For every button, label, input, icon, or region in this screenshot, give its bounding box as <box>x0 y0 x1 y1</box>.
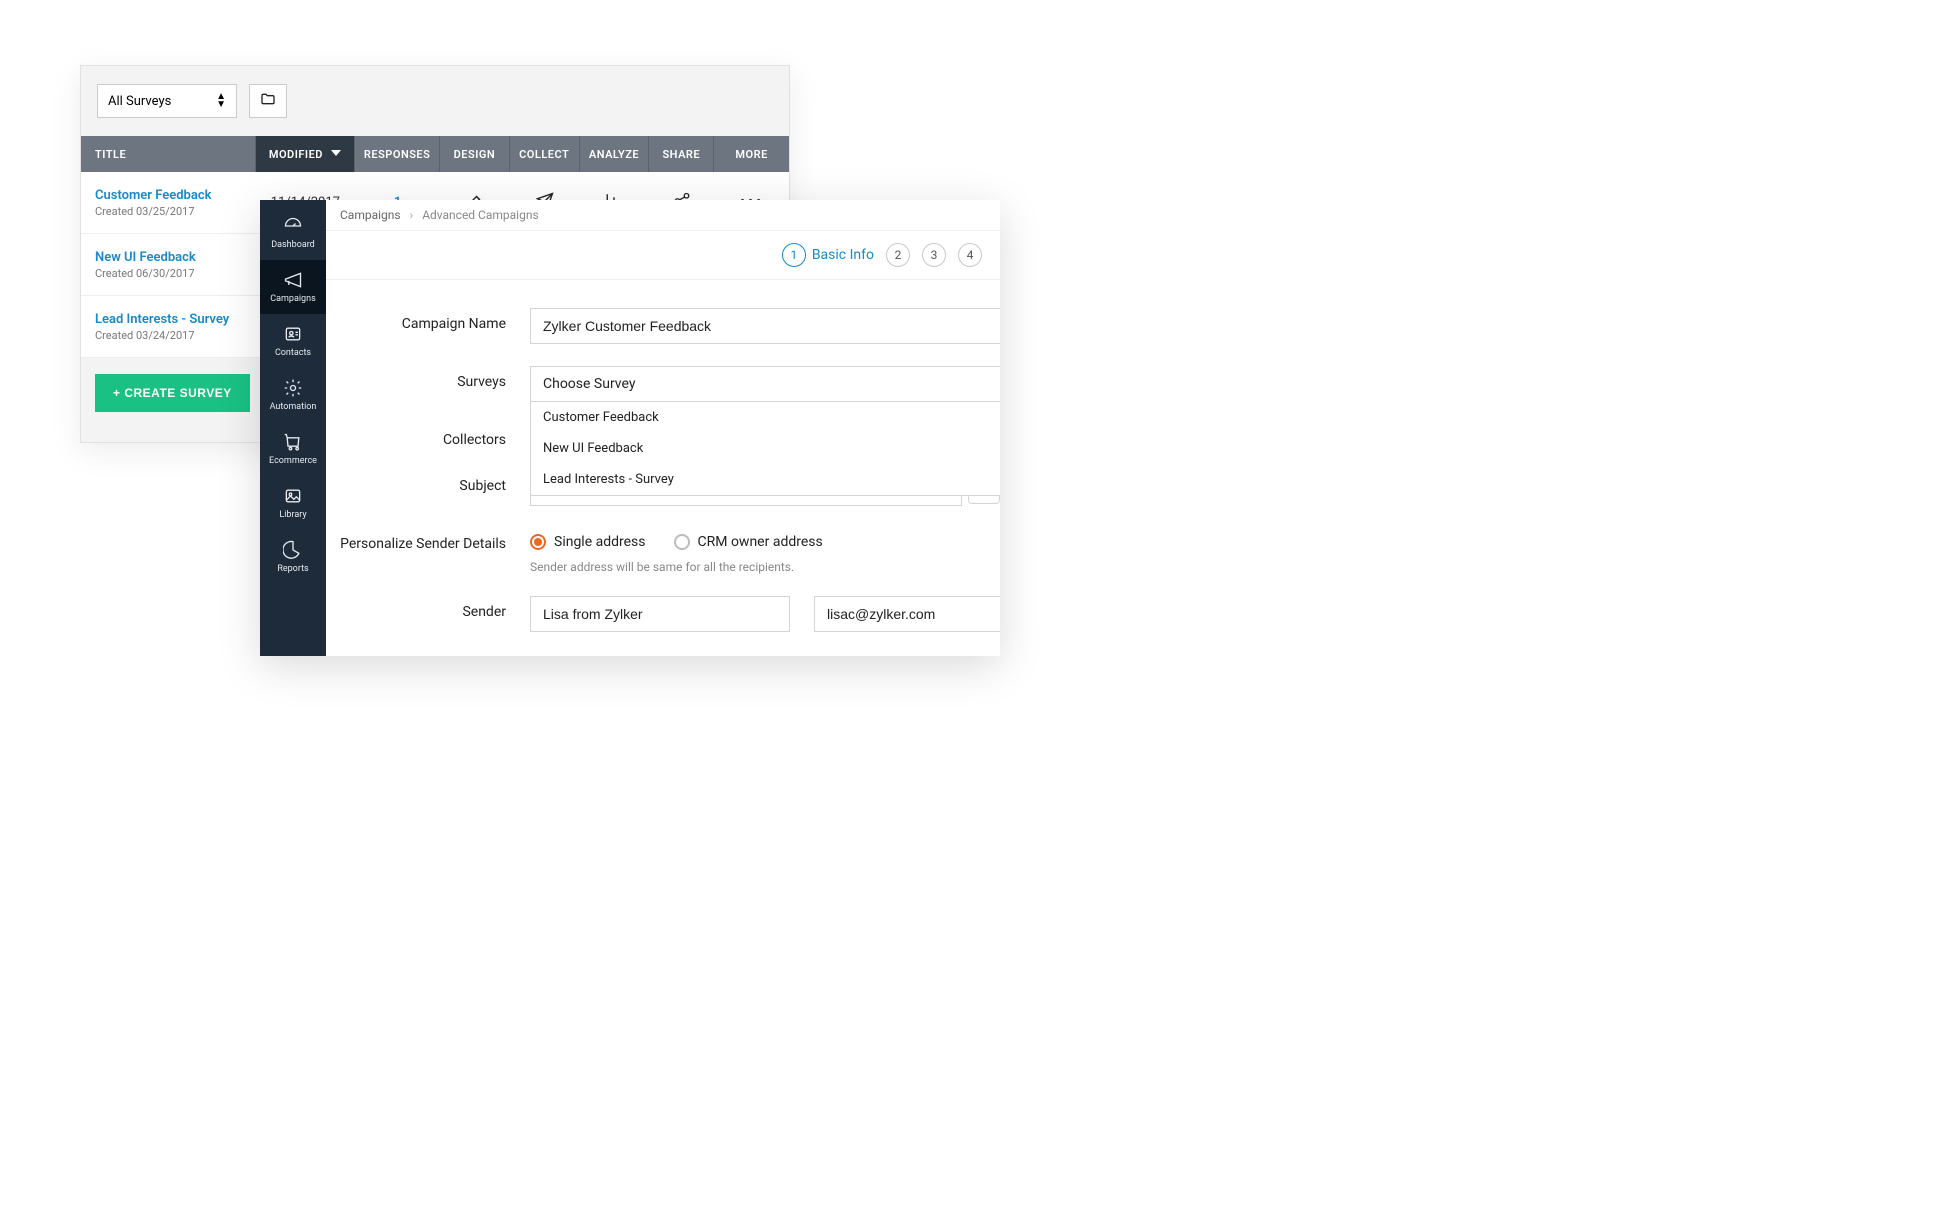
sidebar-label: Reports <box>277 564 308 574</box>
campaign-name-label: Campaign Name <box>326 308 506 332</box>
step-label: Basic Info <box>812 247 874 263</box>
personalize-label: Personalize Sender Details <box>326 528 506 552</box>
sender-email-input[interactable] <box>814 596 1000 632</box>
sidebar-label: Campaigns <box>270 294 315 304</box>
survey-created-text: Created 03/25/2017 <box>95 205 195 218</box>
sidebar-label: Contacts <box>275 348 311 358</box>
survey-filter-dropdown[interactable]: All Surveys ▲▼ <box>97 84 237 118</box>
header-share[interactable]: SHARE <box>649 136 714 172</box>
surveys-option[interactable]: New UI Feedback <box>531 433 1000 464</box>
survey-created-text: Created 06/30/2017 <box>95 267 195 280</box>
sidebar-label: Dashboard <box>271 240 315 250</box>
sidebar-label: Ecommerce <box>269 456 317 466</box>
folder-icon <box>260 91 276 111</box>
header-design[interactable]: DESIGN <box>440 136 510 172</box>
step-3[interactable]: 3 <box>922 243 946 267</box>
campaign-main: Campaigns › Advanced Campaigns 1 Basic I… <box>326 200 1000 656</box>
header-collect[interactable]: COLLECT <box>510 136 580 172</box>
step-2[interactable]: 2 <box>886 243 910 267</box>
campaign-form: Campaign Name Surveys Choose Survey Cust… <box>326 280 1000 656</box>
survey-name-link[interactable]: Lead Interests - Survey <box>95 312 229 327</box>
sidebar-item-contacts[interactable]: Contacts <box>260 314 326 368</box>
campaign-name-input[interactable] <box>530 308 1000 344</box>
surveys-option[interactable]: Lead Interests - Survey <box>531 464 1000 495</box>
header-analyze[interactable]: ANALYZE <box>580 136 650 172</box>
campaigns-panel: Dashboard Campaigns Contacts Automation … <box>260 200 1000 656</box>
surveys-label: Surveys <box>326 366 506 390</box>
header-more[interactable]: MORE <box>714 136 789 172</box>
header-title[interactable]: TITLE <box>81 136 256 172</box>
sidebar-item-ecommerce[interactable]: Ecommerce <box>260 422 326 476</box>
breadcrumb-root[interactable]: Campaigns <box>340 208 401 222</box>
sender-label: Sender <box>326 596 506 620</box>
sidebar-item-campaigns[interactable]: Campaigns <box>260 260 326 314</box>
sidebar-item-library[interactable]: Library <box>260 476 326 530</box>
filter-row: All Surveys ▲▼ <box>81 66 789 136</box>
sender-name-input[interactable] <box>530 596 790 632</box>
radio-single-address[interactable]: Single address <box>530 534 646 550</box>
header-modified[interactable]: MODIFIED <box>256 136 356 172</box>
filter-label: All Surveys <box>108 94 171 109</box>
sidebar-item-reports[interactable]: Reports <box>260 530 326 584</box>
header-responses[interactable]: RESPONSES <box>355 136 440 172</box>
survey-name-link[interactable]: New UI Feedback <box>95 250 196 265</box>
radio-icon <box>530 534 546 550</box>
sidebar-item-automation[interactable]: Automation <box>260 368 326 422</box>
surveys-header-row: TITLE MODIFIED RESPONSES DESIGN COLLECT … <box>81 136 789 172</box>
step-1[interactable]: 1 Basic Info <box>782 243 874 267</box>
caret-down-icon <box>331 148 341 161</box>
breadcrumb-separator: › <box>410 208 414 222</box>
radio-icon <box>674 534 690 550</box>
survey-created-text: Created 03/24/2017 <box>95 329 195 342</box>
breadcrumb: Campaigns › Advanced Campaigns <box>326 200 1000 231</box>
breadcrumb-current: Advanced Campaigns <box>422 208 538 222</box>
survey-name-link[interactable]: Customer Feedback <box>95 188 211 203</box>
sort-icon: ▲▼ <box>216 93 226 109</box>
surveys-option[interactable]: Customer Feedback <box>531 402 1000 433</box>
helper-text: Sender address will be same for all the … <box>530 560 1000 574</box>
wizard-steps: 1 Basic Info 2 3 4 <box>326 231 1000 280</box>
step-4[interactable]: 4 <box>958 243 982 267</box>
surveys-dropdown-menu: Customer Feedback New UI Feedback Lead I… <box>530 402 1000 496</box>
sidebar-label: Library <box>279 510 306 520</box>
subject-label: Subject <box>326 470 506 494</box>
sidebar-item-dashboard[interactable]: Dashboard <box>260 206 326 260</box>
folder-button[interactable] <box>249 84 287 118</box>
sidebar-label: Automation <box>270 402 317 412</box>
sidebar: Dashboard Campaigns Contacts Automation … <box>260 200 326 656</box>
surveys-dropdown: Choose Survey Customer Feedback New UI F… <box>530 366 1000 402</box>
sender-radio-group: Single address CRM owner address <box>530 528 1000 550</box>
create-survey-button[interactable]: + CREATE SURVEY <box>95 374 250 412</box>
collectors-label: Collectors <box>326 424 506 448</box>
surveys-dropdown-trigger[interactable]: Choose Survey <box>530 366 1000 402</box>
radio-crm-owner[interactable]: CRM owner address <box>674 534 823 550</box>
